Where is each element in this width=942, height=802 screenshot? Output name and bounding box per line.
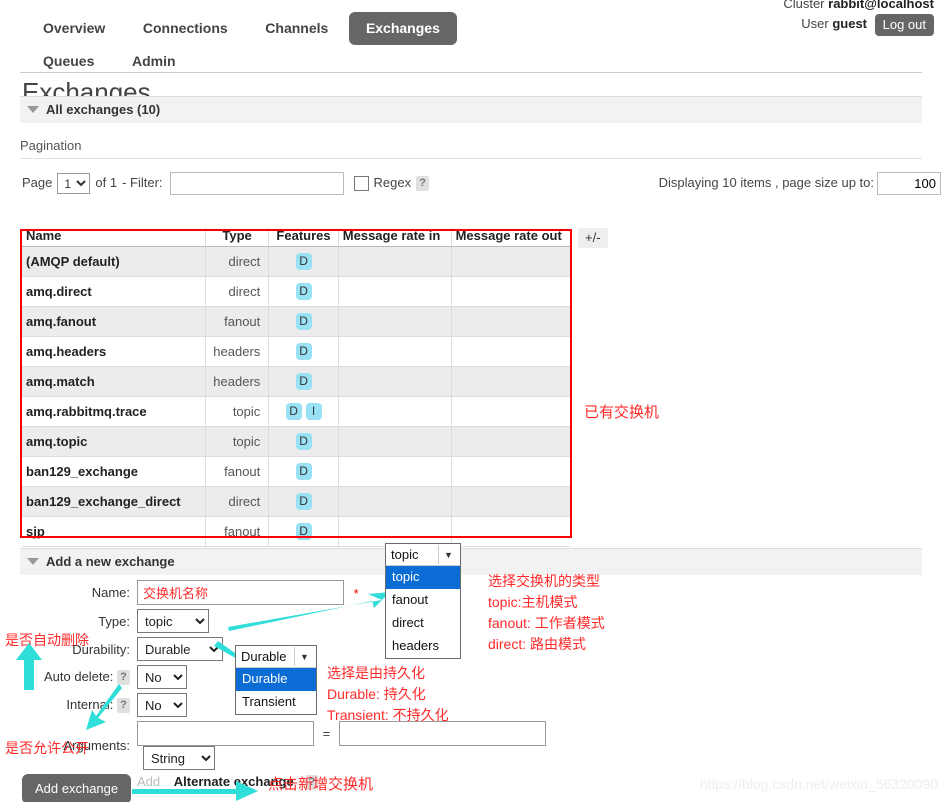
type-dropdown-current: topic bbox=[391, 547, 419, 562]
durability-option-transient[interactable]: Transient bbox=[236, 691, 316, 714]
type-option-topic[interactable]: topic bbox=[386, 566, 460, 589]
add-exchange-button[interactable]: Add exchange bbox=[22, 774, 132, 802]
type-option-direct[interactable]: direct bbox=[386, 612, 460, 635]
durability-option-durable[interactable]: Durable bbox=[236, 668, 316, 691]
type-dropdown-closed-row[interactable]: topic ▼ bbox=[386, 544, 460, 566]
type-option-headers[interactable]: headers bbox=[386, 635, 460, 658]
durability-dropdown-open[interactable]: Durable ▼ Durable Transient bbox=[235, 645, 317, 715]
type-option-fanout[interactable]: fanout bbox=[386, 589, 460, 612]
durability-dropdown-closed-row[interactable]: Durable ▼ bbox=[236, 646, 316, 668]
durability-dropdown-current: Durable bbox=[241, 649, 287, 664]
type-dropdown-open[interactable]: topic ▼ topic fanout direct headers bbox=[385, 543, 461, 659]
chevron-down-icon-2[interactable]: ▼ bbox=[294, 647, 314, 666]
watermark: https://blog.csdn.net/weixin_56320090 bbox=[699, 776, 938, 792]
chevron-down-icon[interactable]: ▼ bbox=[438, 545, 458, 564]
annotation-arrows bbox=[16, 592, 390, 801]
page-root: Cluster rabbit@localhost User guest Log … bbox=[0, 0, 942, 802]
